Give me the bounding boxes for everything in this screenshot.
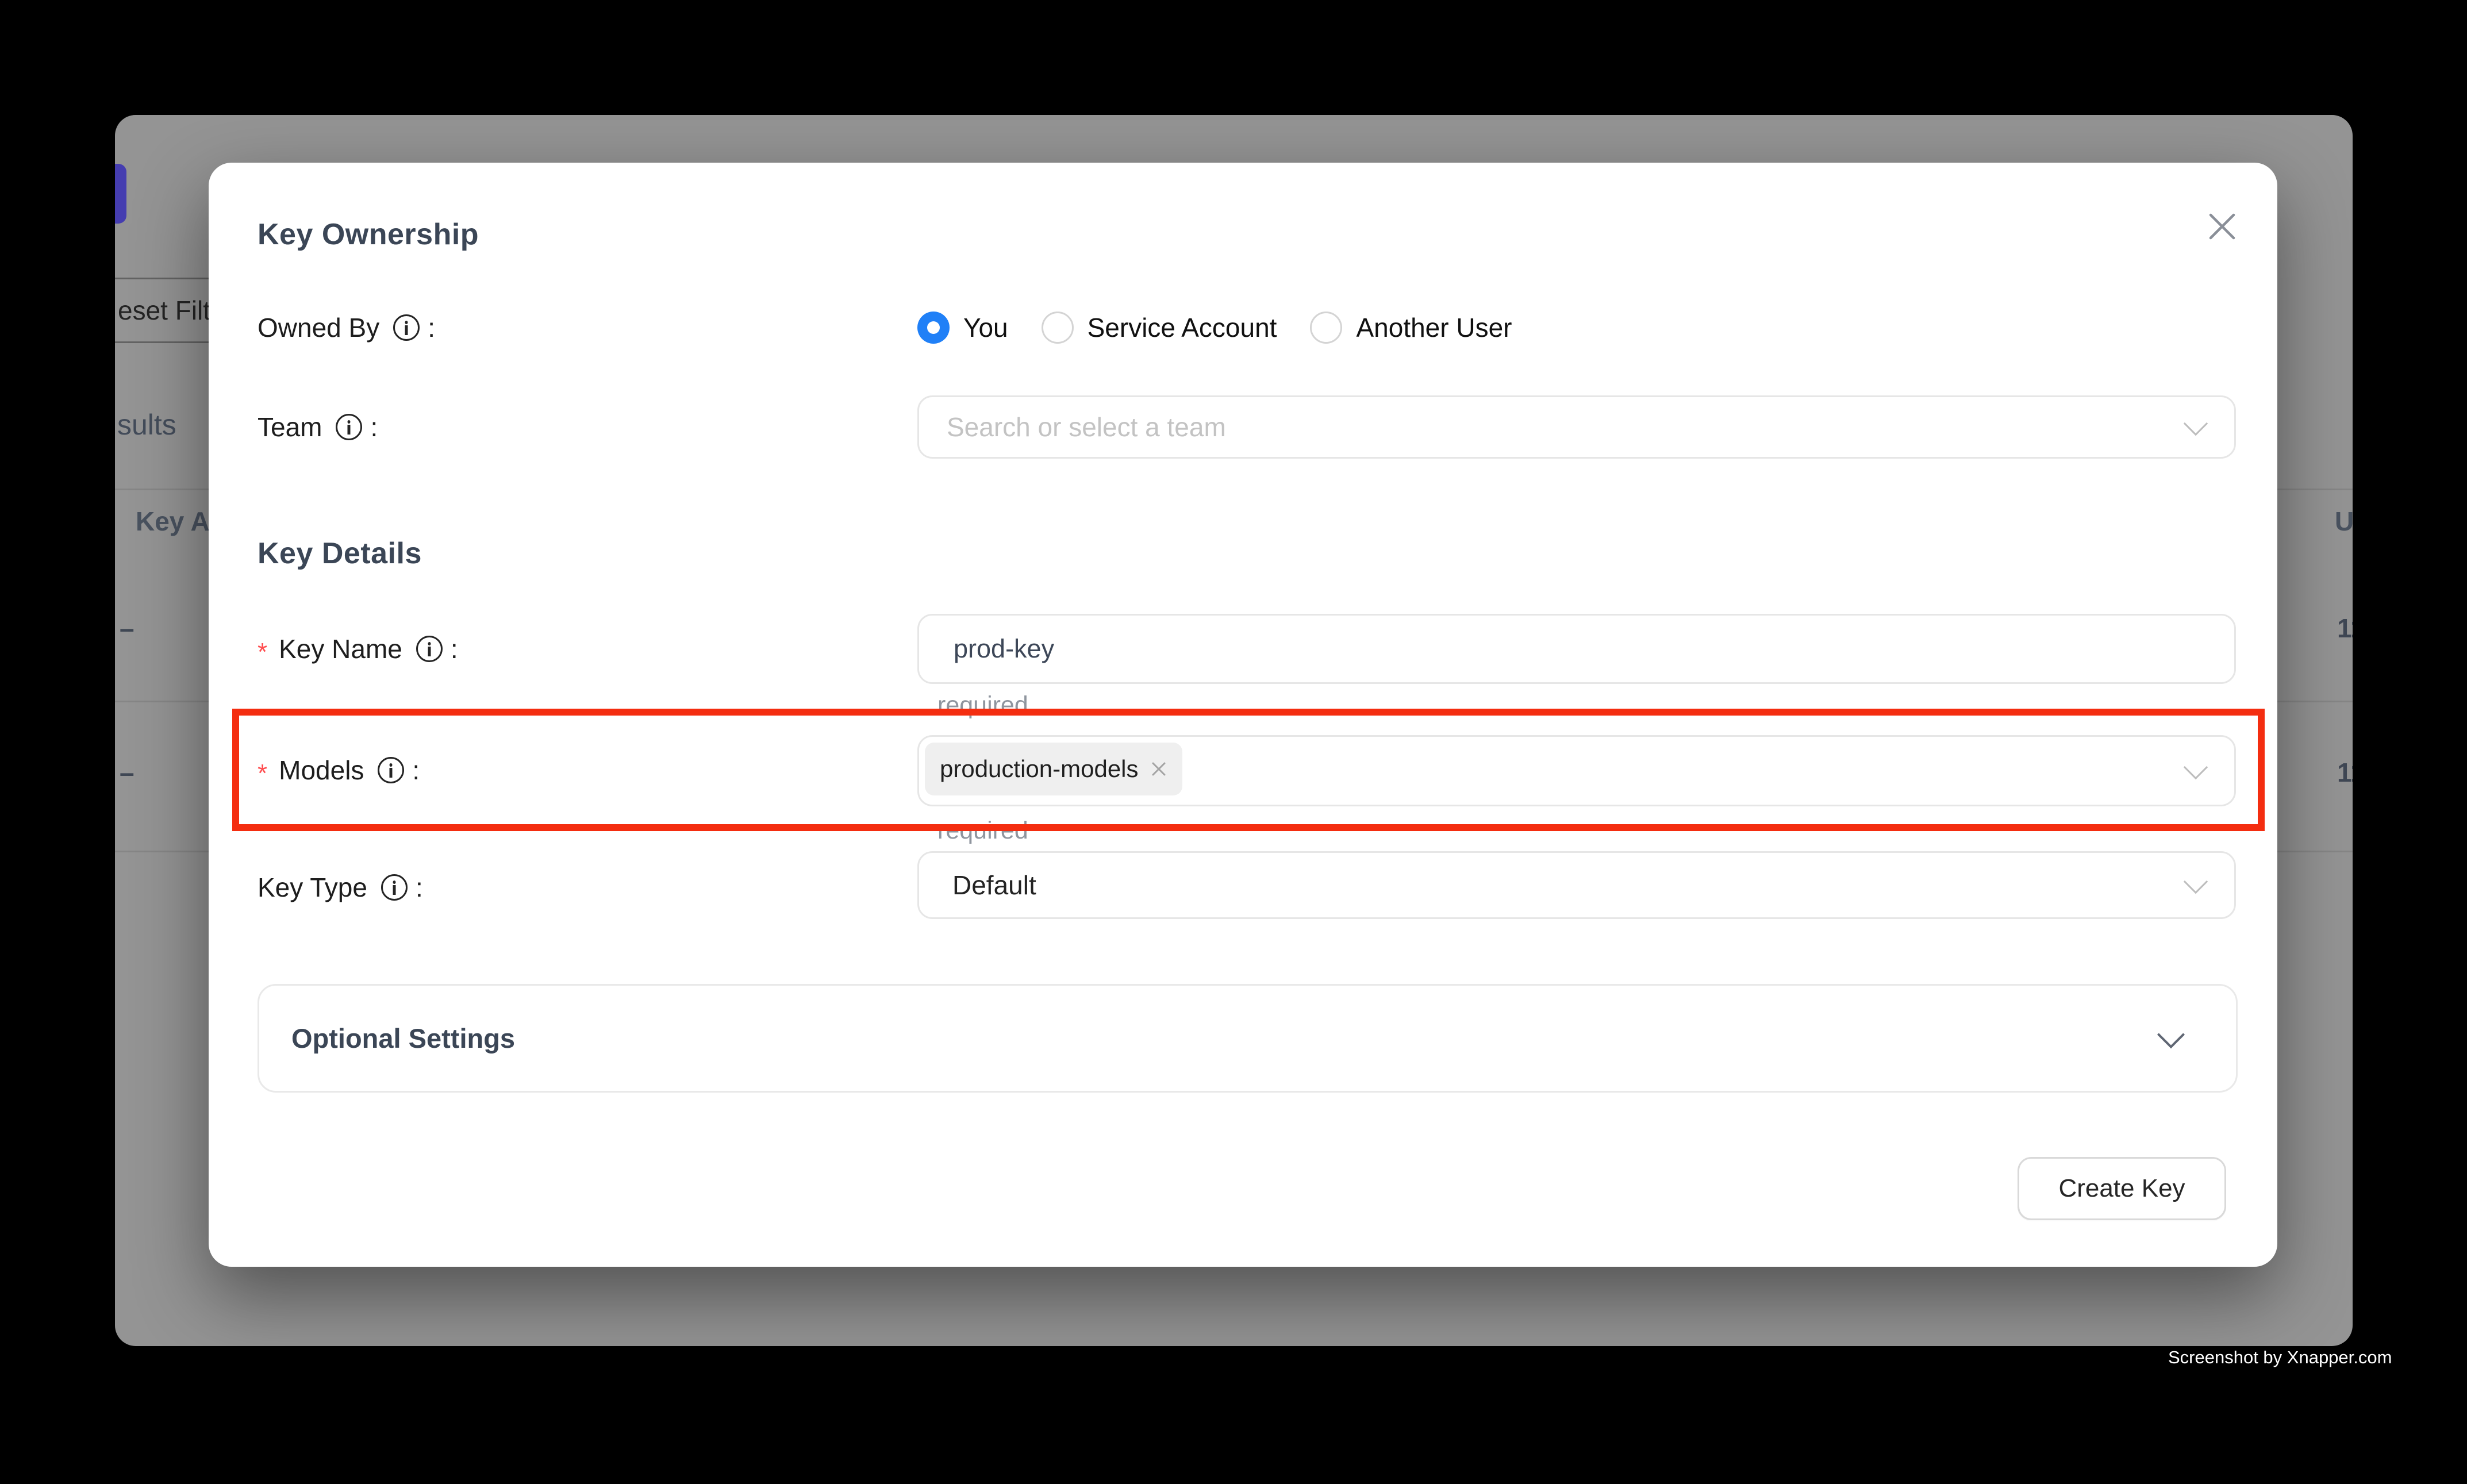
team-select[interactable]: Search or select a team (917, 395, 2236, 459)
key-type-label: Key Type : (258, 869, 423, 906)
radio-unselected-icon[interactable] (1042, 312, 1074, 344)
info-icon[interactable] (393, 314, 420, 341)
chevron-down-icon (2157, 1021, 2185, 1048)
required-asterisk: * (258, 638, 267, 667)
table-row-updated: 11/ (2337, 757, 2353, 788)
selected-model-tag: production-models (925, 743, 1182, 795)
radio-unselected-icon[interactable] (1310, 312, 1342, 344)
close-icon (2207, 212, 2237, 241)
key-type-value: Default (952, 870, 1036, 901)
owned-by-radio-group: You Service Account Another User (917, 312, 1512, 344)
team-label: Team : (258, 409, 378, 445)
optional-settings-title: Optional Settings (291, 1022, 515, 1054)
radio-selected-icon[interactable] (917, 312, 950, 344)
key-type-select[interactable]: Default (917, 851, 2236, 919)
models-required-hint: required (937, 817, 1028, 845)
radio-option-you[interactable]: You (917, 312, 1008, 344)
team-select-placeholder: Search or select a team (947, 412, 1226, 443)
table-header-updated: Up (2335, 506, 2353, 537)
remove-tag-icon[interactable] (1150, 760, 1167, 778)
owned-by-label: Owned By : (258, 309, 435, 346)
key-name-label: * Key Name : (258, 630, 458, 667)
primary-button-fragment[interactable] (115, 164, 126, 224)
info-icon[interactable] (416, 636, 443, 662)
section-title-key-ownership: Key Ownership (258, 217, 479, 252)
key-name-required-hint: required (937, 691, 1028, 720)
models-select[interactable]: production-models (917, 735, 2236, 806)
table-row-updated: 11/ (2337, 613, 2353, 644)
radio-option-service-account[interactable]: Service Account (1042, 312, 1277, 344)
optional-settings-toggle[interactable]: Optional Settings (258, 984, 2238, 1093)
chevron-down-icon (2184, 755, 2208, 779)
close-button[interactable] (2191, 195, 2254, 258)
key-name-input[interactable] (917, 614, 2236, 684)
screenshot-stage: eset Filt sults Key Alia Up – 11/ – 11/ … (0, 0, 2467, 1484)
results-count-text: sults (117, 408, 176, 441)
table-row-alias: – (120, 757, 135, 788)
models-label: * Models : (258, 752, 420, 789)
info-icon[interactable] (381, 874, 408, 901)
reset-filters-label: eset Filt (118, 295, 210, 326)
required-asterisk: * (258, 759, 267, 788)
model-tag-label: production-models (940, 755, 1139, 783)
info-icon[interactable] (336, 414, 362, 440)
chevron-down-icon (2184, 412, 2208, 436)
xnapper-watermark: Screenshot by Xnapper.com (2168, 1347, 2392, 1368)
info-icon[interactable] (378, 757, 404, 783)
create-key-button[interactable]: Create Key (2018, 1157, 2226, 1220)
radio-option-another-user[interactable]: Another User (1310, 312, 1512, 344)
section-title-key-details: Key Details (258, 536, 422, 571)
table-row-alias: – (120, 613, 135, 644)
chevron-down-icon (2184, 870, 2208, 894)
create-key-modal: Key Ownership Owned By : You Service Acc… (209, 163, 2277, 1267)
